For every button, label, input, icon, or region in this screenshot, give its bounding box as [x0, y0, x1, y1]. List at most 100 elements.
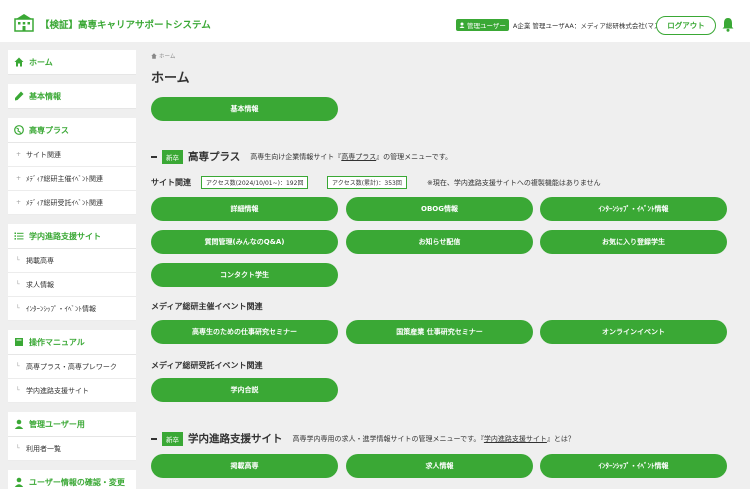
sidebar-item-host-events[interactable]: + ﾒﾃﾞｨｱ総研主催ｲﾍﾞﾝﾄ関連	[8, 167, 136, 191]
news-delivery-button[interactable]: お知らせ配信	[346, 230, 533, 254]
favorite-students-button[interactable]: お気に入り登録学生	[540, 230, 727, 254]
school-building-icon[interactable]	[14, 14, 34, 32]
obog-info-button[interactable]: OBOG情報	[346, 197, 533, 221]
new-grad-badge: 新卒	[162, 149, 183, 164]
sidebar-group-basic: 基本情報	[8, 84, 136, 109]
globe-icon	[14, 125, 24, 135]
section-heading-shinro: 新卒 学内進路支援サイト 高専学内専用の求人・進学情報サイトの管理メニューです。…	[151, 431, 575, 446]
bell-icon[interactable]	[721, 17, 735, 32]
new-grad-badge: 新卒	[162, 431, 183, 446]
sidebar-item-listed-kosen[interactable]: └ 掲載高専	[8, 249, 136, 273]
sidebar-heading-kosen-plus[interactable]: 高専プラス	[8, 118, 136, 143]
home-icon	[14, 57, 24, 67]
desc-prefix: 高専生向け企業情報サイト『	[250, 152, 342, 161]
sidebar-group-admin-users: 管理ユーザー用 └ 利用者一覧	[8, 412, 136, 461]
listed-kosen-button[interactable]: 掲載高専	[151, 454, 338, 478]
sidebar-heading-kosen-plus-label: 高専プラス	[29, 125, 69, 135]
plus-icon: +	[16, 199, 22, 206]
shinro-site-link[interactable]: 学内進路支援サイト	[484, 435, 547, 443]
sidebar-item-label: ｲﾝﾀｰﾝｼｯﾌﾟ・ｲﾍﾞﾝﾄ情報	[26, 304, 96, 313]
site-related-label: サイト関連	[151, 178, 191, 187]
role-badge-label: 管理ユーザー	[467, 22, 506, 30]
sidebar-item-label: 求人情報	[26, 280, 54, 289]
plus-icon: +	[16, 151, 22, 158]
host-events-label: メディア総研主催イベント関連	[151, 302, 263, 311]
job-info-button[interactable]: 求人情報	[346, 454, 533, 478]
sidebar-item-label: 利用者一覧	[26, 444, 61, 453]
user-icon	[459, 22, 465, 28]
app-header: 【検証】高専キャリアサポートシステム 管理ユーザー A企業 管理ユーザAA：メデ…	[0, 0, 750, 42]
sidebar-item-user-list[interactable]: └ 利用者一覧	[8, 437, 136, 461]
contact-students-button[interactable]: コンタクト学生	[151, 263, 338, 287]
sidebar-heading-user-settings[interactable]: ユーザー情報の確認・変更	[8, 470, 136, 489]
pencil-icon	[15, 91, 24, 101]
corner-icon: └	[16, 363, 20, 370]
sidebar-item-internship[interactable]: └ ｲﾝﾀｰﾝｼｯﾌﾟ・ｲﾍﾞﾝﾄ情報	[8, 297, 136, 321]
sidebar-item-home[interactable]: ホーム	[8, 50, 136, 75]
sidebar-group-user-settings: ユーザー情報の確認・変更	[8, 470, 136, 489]
user-info: 管理ユーザー A企業 管理ユーザAA：メディア総研株式会社(マスタ)	[456, 19, 669, 31]
shinro-internship-button[interactable]: ｲﾝﾀｰﾝｼｯﾌﾟ・ｲﾍﾞﾝﾄ情報	[540, 454, 727, 478]
person-icon	[14, 477, 24, 487]
job-research-seminar-button[interactable]: 高専生のための仕事研究セミナー	[151, 320, 338, 344]
sidebar-group-kosen-plus: 高専プラス + サイト関連 + ﾒﾃﾞｨｱ総研主催ｲﾍﾞﾝﾄ関連 + ﾒﾃﾞｨｱ総研受…	[8, 118, 136, 215]
basic-info-button[interactable]: 基本情報	[151, 97, 338, 121]
sidebar-item-label: 学内進路支援サイト	[26, 386, 89, 395]
copy-note: ※現在、学内進路支援サイトへの複製機能はありません	[427, 179, 601, 187]
section-title: 高専プラス	[188, 151, 241, 163]
home-icon[interactable]	[151, 53, 157, 59]
access-total-count: アクセス数(累計)：353回	[327, 176, 407, 189]
sidebar-item-basic[interactable]: 基本情報	[8, 84, 136, 109]
sidebar-heading-manual-label: 操作マニュアル	[29, 337, 85, 347]
breadcrumb-home[interactable]: ホーム	[159, 52, 175, 60]
corner-icon: └	[16, 257, 20, 264]
corner-icon: └	[16, 387, 20, 394]
sidebar-item-manual-shinro[interactable]: └ 学内進路支援サイト	[8, 379, 136, 403]
online-event-button[interactable]: オンラインイベント	[540, 320, 727, 344]
person-icon	[14, 419, 24, 429]
sidebar-heading-admin-users[interactable]: 管理ユーザー用	[8, 412, 136, 437]
page-title: ホーム	[151, 71, 190, 86]
logout-button[interactable]: ログアウト	[656, 16, 716, 35]
dash-icon	[151, 155, 157, 158]
detail-info-button[interactable]: 詳細情報	[151, 197, 338, 221]
trust-events-label: メディア総研受託イベント関連	[151, 361, 263, 370]
internship-event-button[interactable]: ｲﾝﾀｰﾝｼｯﾌﾟ・ｲﾍﾞﾝﾄ情報	[540, 197, 727, 221]
sidebar: ホーム 基本情報 高専プラス + サイト関連 + ﾒﾃﾞｨｱ総研主催ｲﾍﾞﾝﾄ関連 …	[8, 50, 136, 489]
sidebar-heading-manual[interactable]: 操作マニュアル	[8, 330, 136, 355]
section-description: 高専学内専用の求人・進学情報サイトの管理メニューです。『学内進路支援サイト』とは…	[293, 434, 575, 444]
app-title[interactable]: 【検証】高専キャリアサポートシステム	[40, 17, 211, 31]
list-icon	[14, 232, 24, 240]
section-title: 学内進路支援サイト	[188, 433, 283, 445]
corner-icon: └	[16, 281, 20, 288]
kosen-plus-link[interactable]: 高専プラス	[341, 153, 376, 161]
sidebar-group-manual: 操作マニュアル └ 高専プラス・高専プレワーク └ 学内進路支援サイト	[8, 330, 136, 403]
desc-prefix: 高専学内専用の求人・進学情報サイトの管理メニューです。『	[292, 434, 484, 443]
breadcrumb: ホーム	[151, 52, 175, 60]
campus-fair-button[interactable]: 学内合説	[151, 378, 338, 402]
dash-icon	[151, 437, 157, 440]
sidebar-item-label: 掲載高専	[26, 256, 54, 265]
role-badge: 管理ユーザー	[456, 19, 509, 31]
sidebar-heading-user-settings-label: ユーザー情報の確認・変更	[29, 477, 125, 487]
access-period-count: アクセス数(2024/10/01~)：192回	[201, 176, 309, 189]
sidebar-item-label: 高専プラス・高専プレワーク	[26, 362, 117, 371]
sidebar-item-trust-events[interactable]: + ﾒﾃﾞｨｱ総研受託ｲﾍﾞﾝﾄ関連	[8, 191, 136, 215]
sidebar-item-home-label: ホーム	[29, 57, 53, 67]
national-industry-seminar-button[interactable]: 国策産業 仕事研究セミナー	[346, 320, 533, 344]
sidebar-item-site[interactable]: + サイト関連	[8, 143, 136, 167]
plus-icon: +	[16, 175, 22, 182]
section-heading-kosen-plus: 新卒 高専プラス 高専生向け企業情報サイト『高専プラス』の管理メニューです。	[151, 149, 452, 164]
qa-manage-button[interactable]: 質問管理(みんなのQ&A)	[151, 230, 338, 254]
sidebar-item-basic-label: 基本情報	[29, 91, 61, 101]
sidebar-item-label: ﾒﾃﾞｨｱ総研受託ｲﾍﾞﾝﾄ関連	[26, 198, 103, 207]
sidebar-group-shinro: 学内進路支援サイト └ 掲載高専 └ 求人情報 └ ｲﾝﾀｰﾝｼｯﾌﾟ・ｲﾍﾞﾝﾄ情報	[8, 224, 136, 321]
section-description: 高専生向け企業情報サイト『高専プラス』の管理メニューです。	[250, 152, 452, 162]
book-icon	[15, 338, 23, 346]
sidebar-item-jobs[interactable]: └ 求人情報	[8, 273, 136, 297]
corner-icon: └	[16, 445, 20, 452]
sidebar-item-label: ﾒﾃﾞｨｱ総研主催ｲﾍﾞﾝﾄ関連	[26, 174, 103, 183]
sidebar-heading-shinro[interactable]: 学内進路支援サイト	[8, 224, 136, 249]
corner-icon: └	[16, 305, 20, 312]
sidebar-item-manual-kosen-plus[interactable]: └ 高専プラス・高専プレワーク	[8, 355, 136, 379]
